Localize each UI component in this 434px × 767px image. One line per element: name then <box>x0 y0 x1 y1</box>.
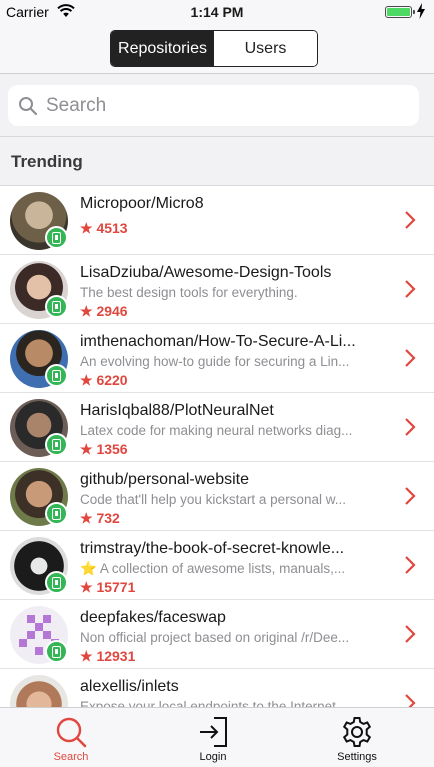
chevron-right-icon <box>405 418 416 436</box>
device-badge-icon <box>45 502 68 525</box>
repo-name: github/personal-website <box>80 471 249 488</box>
segment-users[interactable]: Users <box>214 31 317 66</box>
device-badge-icon <box>45 433 68 456</box>
repo-name: Micropoor/Micro8 <box>80 195 204 212</box>
search-bar: Search <box>0 75 434 135</box>
repo-user-segmented-control: Repositories Users <box>110 30 318 67</box>
repo-name: alexellis/inlets <box>80 678 179 695</box>
chevron-right-icon <box>405 625 416 643</box>
repo-name: deepfakes/faceswap <box>80 609 226 626</box>
list-item[interactable]: github/personal-website Code that'll hel… <box>0 462 434 531</box>
section-header: Trending <box>0 136 434 186</box>
repo-description: Latex code for making neural networks di… <box>80 423 353 438</box>
star-count: ★ 15771 <box>80 579 136 595</box>
tab-login-label: Login <box>199 751 227 763</box>
list-item[interactable]: imthenachoman/How-To-Secure-A-Li... An e… <box>0 324 434 393</box>
search-input[interactable]: Search <box>8 85 419 126</box>
star-count: ★ 732 <box>80 510 120 526</box>
login-icon <box>200 717 227 747</box>
segment-repositories[interactable]: Repositories <box>111 31 214 66</box>
navigation-bar: Repositories Users <box>0 24 434 74</box>
tab-search-label: Search <box>53 751 89 763</box>
search-icon <box>19 96 38 115</box>
repo-name: trimstray/the-book-of-secret-knowle... <box>80 540 345 557</box>
tab-settings-label: Settings <box>337 751 377 763</box>
device-badge-icon <box>45 364 68 387</box>
device-badge-icon <box>45 226 68 249</box>
star-count: ★ 4513 <box>80 220 128 236</box>
repo-description: An evolving how-to guide for securing a … <box>80 354 350 369</box>
repo-description: Code that'll help you kickstart a person… <box>80 492 346 507</box>
star-count: ★ 2946 <box>80 303 128 319</box>
repo-description: Non official project based on original /… <box>80 630 350 645</box>
section-title: Trending <box>11 152 83 171</box>
chevron-right-icon <box>405 556 416 574</box>
search-icon <box>56 717 87 748</box>
list-item[interactable]: HarisIqbal88/PlotNeuralNet Latex code fo… <box>0 393 434 462</box>
repo-name: imthenachoman/How-To-Secure-A-Li... <box>80 333 356 350</box>
tab-search[interactable]: Search <box>21 708 121 767</box>
device-badge-icon <box>45 571 68 594</box>
chevron-right-icon <box>405 280 416 298</box>
repo-description: Expose your local endpoints to the Inter… <box>80 699 336 707</box>
search-placeholder: Search <box>46 94 107 116</box>
device-badge-icon <box>45 640 68 663</box>
repo-description: ⭐ A collection of awesome lists, manuals… <box>80 561 346 576</box>
repo-name: LisaDziuba/Awesome-Design-Tools <box>80 264 332 281</box>
list-item[interactable]: Micropoor/Micro8 ★ 4513 <box>0 186 434 255</box>
repo-description: The best design tools for everything. <box>80 285 298 300</box>
list-item[interactable]: LisaDziuba/Awesome-Design-Tools The best… <box>0 255 434 324</box>
chevron-right-icon <box>405 694 416 707</box>
status-time: 1:14 PM <box>190 4 244 20</box>
star-count: ★ 1356 <box>80 441 128 457</box>
charging-icon <box>417 3 425 19</box>
battery-icon <box>385 6 415 18</box>
avatar <box>10 675 68 707</box>
tab-login[interactable]: Login <box>163 708 263 767</box>
chevron-right-icon <box>405 349 416 367</box>
star-count: ★ 6220 <box>80 372 128 388</box>
device-badge-icon <box>45 295 68 318</box>
repository-list: Micropoor/Micro8 ★ 4513 LisaDziuba/Aweso… <box>0 186 434 707</box>
tab-settings[interactable]: Settings <box>307 708 407 767</box>
list-item[interactable]: deepfakes/faceswap Non official project … <box>0 600 434 669</box>
gear-icon <box>342 717 372 747</box>
chevron-right-icon <box>405 487 416 505</box>
status-bar: Carrier 1:14 PM <box>0 0 434 24</box>
star-count: ★ 12931 <box>80 648 136 664</box>
list-item[interactable]: alexellis/inlets Expose your local endpo… <box>0 669 434 707</box>
repo-name: HarisIqbal88/PlotNeuralNet <box>80 402 274 419</box>
tab-bar: Search Login Settings <box>0 707 434 767</box>
chevron-right-icon <box>405 211 416 229</box>
list-item[interactable]: trimstray/the-book-of-secret-knowle... ⭐… <box>0 531 434 600</box>
